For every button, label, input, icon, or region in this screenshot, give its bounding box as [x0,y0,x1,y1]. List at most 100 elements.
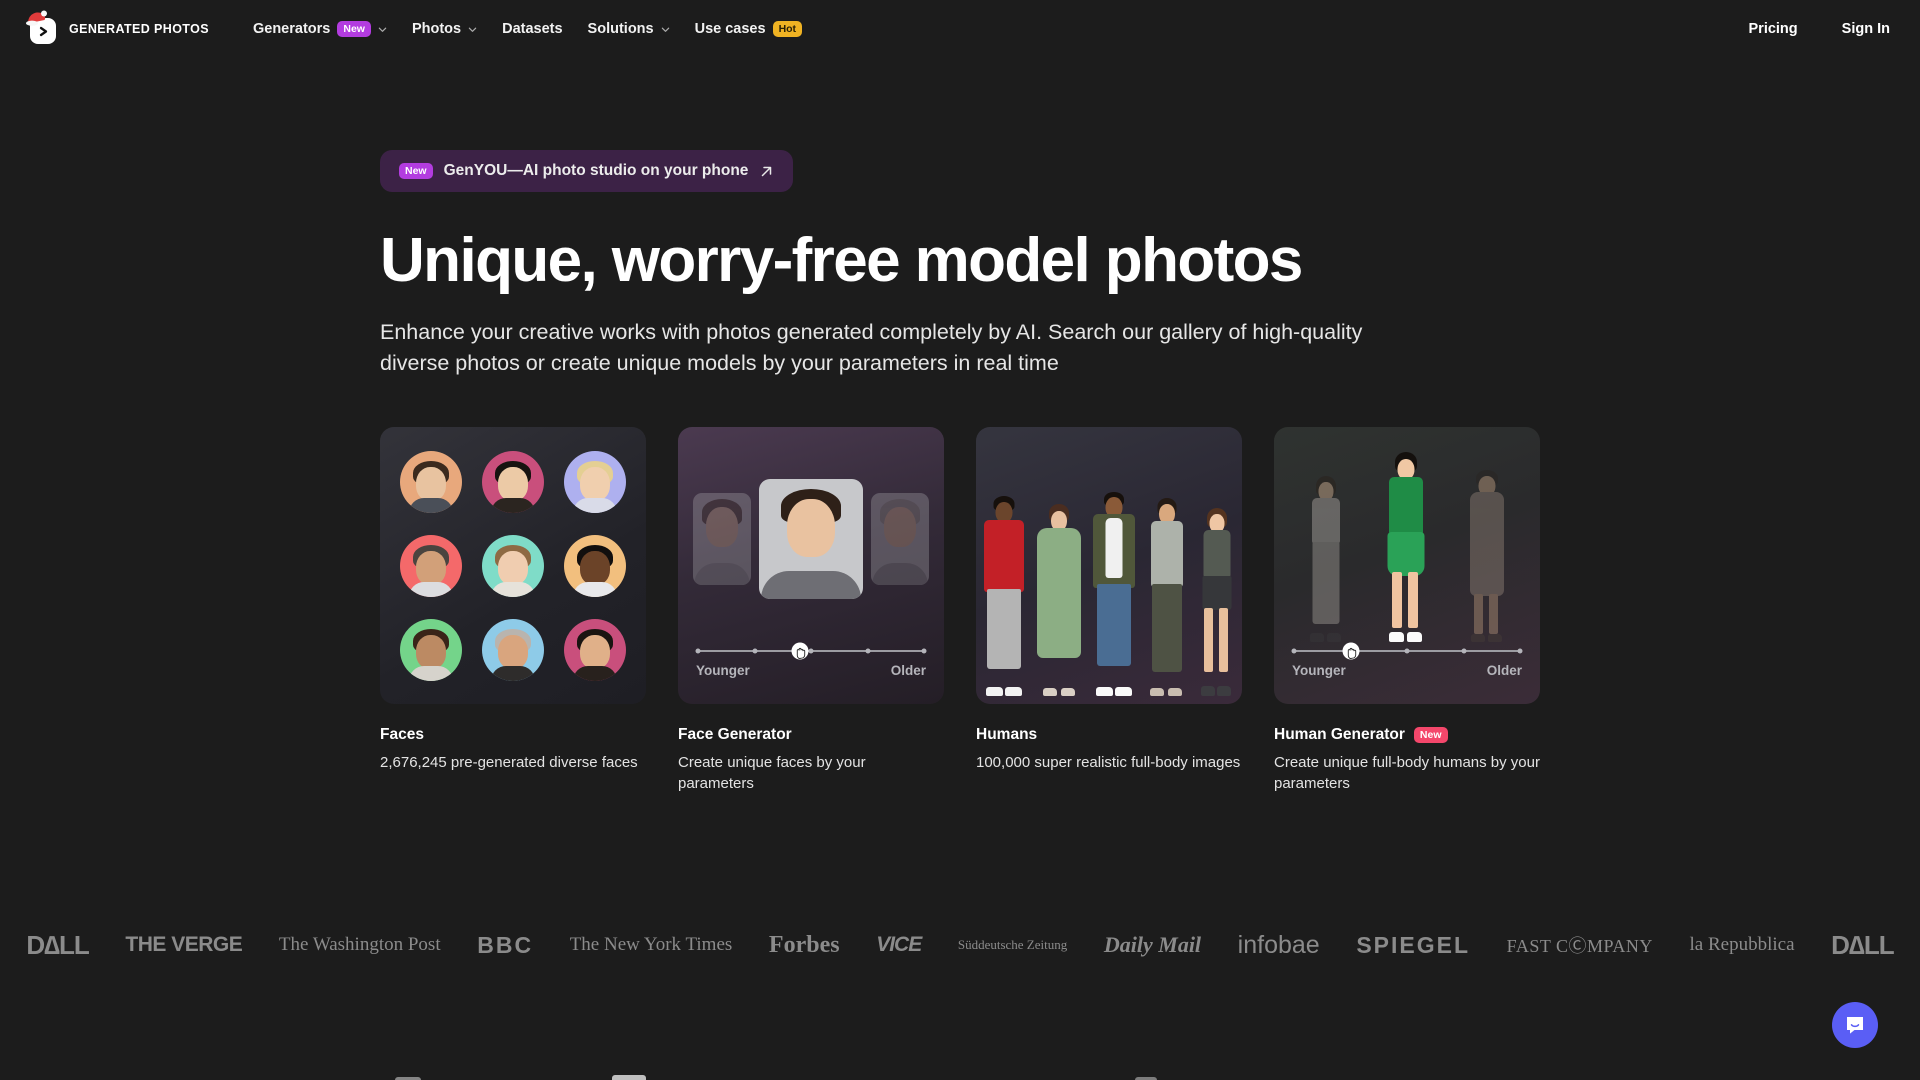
slider-handle[interactable] [1342,642,1359,660]
press-logo-bbc: BBC [477,931,534,958]
slider-dot[interactable] [1291,648,1297,654]
age-slider[interactable]: Younger Older [695,642,927,678]
slider-handle[interactable] [791,642,809,660]
card-badge-new: New [1413,727,1448,744]
arrow-up-right-icon [762,166,772,176]
card-title-row: Humans [976,726,1242,744]
faces-grid [380,427,646,704]
promo-badge-new: New [399,162,433,180]
nav-badge-hot: Hot [772,20,803,38]
card-title: Human Generator [1274,726,1405,744]
card-humans[interactable]: Humans 100,000 super realistic full-body… [976,427,1242,794]
humans-group [976,445,1242,697]
nav-label-generators: Generators [252,21,331,37]
promo-text: GenYOU—AI photo studio on your phone [443,162,749,179]
press-logo-forbes: Forbes [768,931,840,958]
human-carousel [1274,447,1540,643]
slider-dot[interactable] [695,648,701,654]
card-face-generator[interactable]: Younger Older Face Generator Create uniq… [678,427,944,794]
sign-in-link[interactable]: Sign In [1842,21,1890,37]
nav-label-photos: Photos [411,21,462,37]
card-title-row: Human Generator New [1274,726,1540,744]
slider-dot[interactable] [921,648,927,654]
face-thumb [564,450,626,513]
nav-item-datasets[interactable]: Datasets [502,21,562,37]
chat-widget-button[interactable] [1832,1002,1878,1048]
slider-track[interactable] [1291,642,1523,660]
hero-section: New GenYOU—AI photo studio on your phone… [0,58,1920,379]
nav-item-use-cases[interactable]: Use cases Hot [694,20,803,38]
grab-cursor-icon [1347,648,1356,660]
human-carousel-next[interactable] [1463,470,1511,643]
press-logo-washington-post: The Washington Post [278,934,441,955]
page-title: Unique, worry-free model photos [380,226,1303,295]
chevron-down-icon [468,27,477,32]
press-logo-daily-mail: Daily Mail [1103,932,1202,957]
human-figure [1193,508,1241,697]
nav-item-generators[interactable]: Generators New [252,20,387,38]
press-logo-dell-2: D∆LL [1831,929,1894,960]
press-logo-la-repubblica: la Repubblica [1689,934,1795,955]
brand-name: GENERATED PHOTOS [69,22,209,36]
face-thumb [564,619,626,682]
human-carousel-media[interactable]: Younger Older [1274,427,1540,705]
face-thumb [564,534,626,597]
face-carousel-next[interactable] [871,493,929,586]
slider-labels: Younger Older [696,663,926,678]
chat-bubble-smile-icon [1847,1017,1863,1034]
slider-label-younger: Younger [1292,663,1346,679]
top-navbar: GENERATED PHOTOS Generators New Photos D… [0,0,1920,58]
human-figure [1087,492,1141,697]
logo-mark [26,10,58,44]
card-title: Faces [380,726,424,744]
chevron-down-icon [661,27,669,32]
face-thumb [482,619,544,682]
slider-dot[interactable] [1461,648,1466,654]
slider-dot[interactable] [1517,648,1523,654]
press-logo-dell: D∆LL [26,929,89,960]
human-figure [977,496,1031,697]
human-figure [1032,504,1086,697]
feature-cards: Faces 2,676,245 pre-generated diverse fa… [0,427,1920,794]
face-carousel-media[interactable]: Younger Older [678,427,944,705]
press-logo-the-verge: THE VERGE [125,933,243,956]
press-logo-vice: VICE [876,933,922,956]
nav-right-group: Pricing Sign In [1749,21,1891,37]
face-carousel [678,479,944,600]
face-thumb [400,450,462,513]
human-carousel-prev[interactable] [1303,476,1349,643]
grab-cursor-icon [796,648,805,660]
nav-label-use-cases: Use cases [694,21,766,37]
press-logo-fast-company: FAST CⒸMPANY [1506,936,1653,956]
nav-item-photos[interactable]: Photos [412,21,477,37]
humans-group-media[interactable] [976,427,1242,705]
human-carousel-active[interactable] [1378,452,1434,643]
card-title: Face Generator [678,726,792,744]
card-human-generator[interactable]: Younger Older Human Generator New Create… [1274,427,1540,794]
slider-dot[interactable] [1404,648,1410,654]
pricing-link[interactable]: Pricing [1749,21,1798,37]
age-slider[interactable]: Younger Older [1291,642,1523,679]
press-logo-infobae: infobae [1237,930,1320,959]
slider-dot[interactable] [865,648,870,654]
card-faces[interactable]: Faces 2,676,245 pre-generated diverse fa… [380,427,646,794]
slider-dot[interactable] [808,648,814,654]
below-fold-peek [0,1074,1920,1080]
nav-label-solutions: Solutions [587,21,654,37]
face-carousel-active[interactable] [759,479,863,600]
face-carousel-prev[interactable] [693,493,751,586]
press-logo-spiegel: SPIEGEL [1356,931,1471,958]
slider-label-younger: Younger [696,663,750,679]
card-description: 2,676,245 pre-generated diverse faces [380,754,638,772]
card-title: Humans [976,726,1038,744]
press-logo-sueddeutsche-zeitung: Süddeutsche Zeitung [957,936,1068,952]
promo-banner[interactable]: New GenYOU—AI photo studio on your phone [380,150,794,192]
card-title-row: Face Generator [678,726,944,744]
human-figure [1142,498,1192,697]
slider-track[interactable] [695,642,927,660]
nav-badge-new: New [337,20,371,38]
brand-logo[interactable]: GENERATED PHOTOS [26,10,209,44]
slider-dot[interactable] [752,648,757,654]
faces-grid-media[interactable] [380,427,646,705]
nav-item-solutions[interactable]: Solutions [588,21,670,37]
